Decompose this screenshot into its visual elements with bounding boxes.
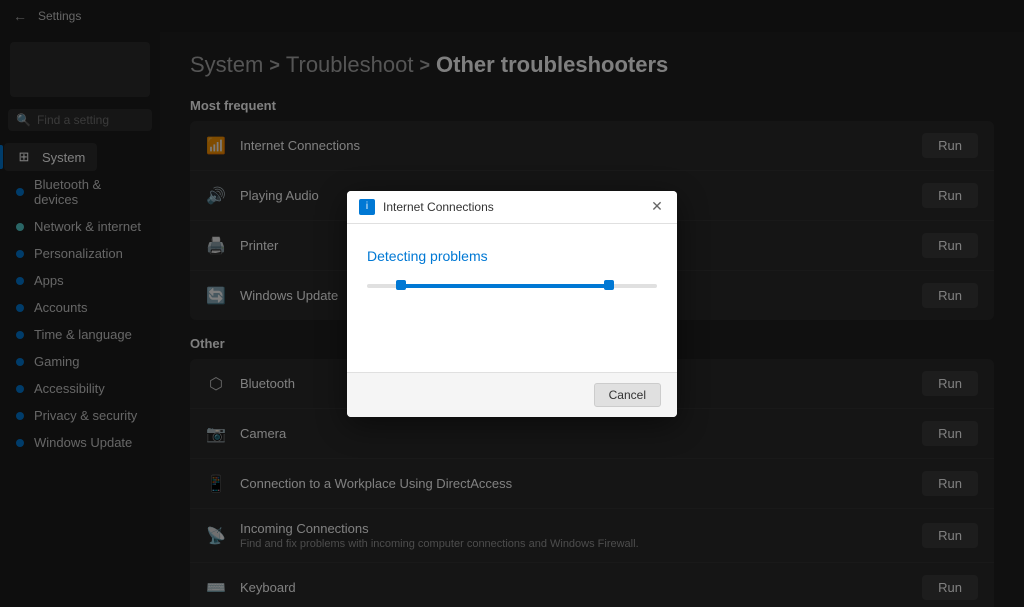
dialog-icon: i <box>359 199 375 215</box>
dialog-status: Detecting problems <box>367 248 657 264</box>
dialog-footer: Cancel <box>347 372 677 417</box>
dialog-title: Internet Connections <box>383 200 641 214</box>
dialog-progress-bar <box>367 284 657 288</box>
dialog-body: Detecting problems <box>347 224 677 372</box>
modal-overlay: i Internet Connections ✕ Detecting probl… <box>0 0 1024 607</box>
progress-dot-right <box>604 280 614 290</box>
troubleshooter-dialog: i Internet Connections ✕ Detecting probl… <box>347 191 677 417</box>
dialog-titlebar: i Internet Connections ✕ <box>347 191 677 224</box>
cancel-button[interactable]: Cancel <box>594 383 661 407</box>
dialog-close-button[interactable]: ✕ <box>649 199 665 215</box>
progress-fill <box>396 284 614 288</box>
